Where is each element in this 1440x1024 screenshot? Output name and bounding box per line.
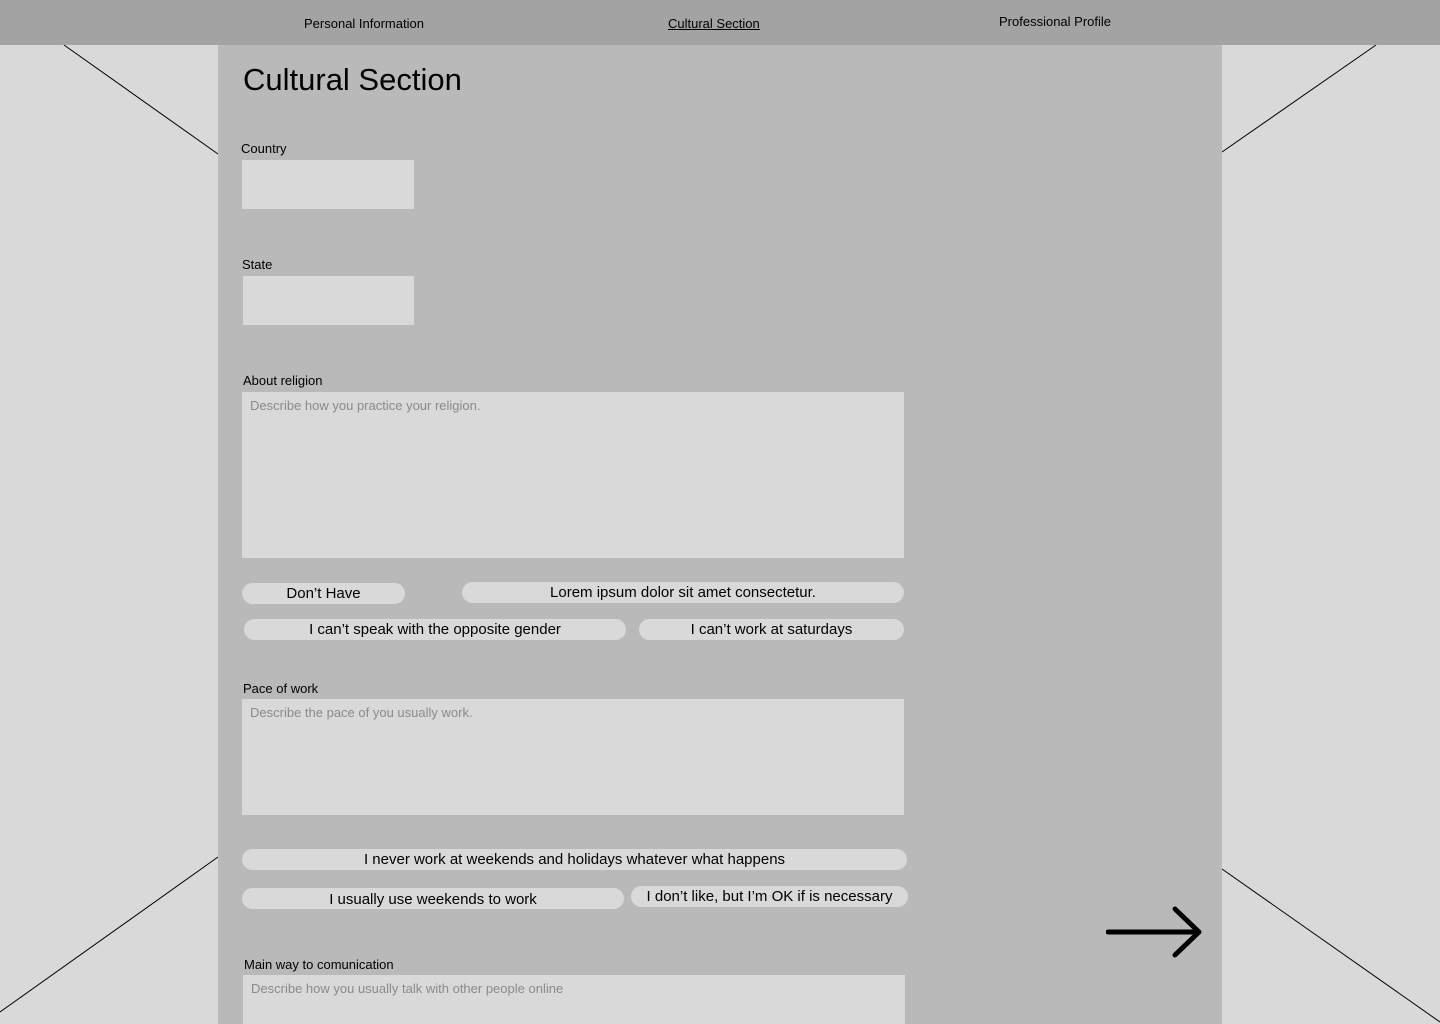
country-input[interactable] bbox=[242, 160, 414, 209]
communication-label: Main way to comunication bbox=[244, 957, 394, 972]
religion-chip-dont-have[interactable]: Don’t Have bbox=[242, 583, 405, 604]
religion-chip-opposite-gender[interactable]: I can’t speak with the opposite gender bbox=[244, 619, 626, 640]
pace-chip-ok-if-necessary[interactable]: I don’t like, but I’m OK if is necessary bbox=[631, 886, 908, 907]
arrow-right-icon bbox=[1105, 906, 1202, 958]
religion-chip-lorem[interactable]: Lorem ipsum dolor sit amet consectetur. bbox=[462, 582, 904, 603]
state-label: State bbox=[242, 257, 273, 272]
religion-placeholder: Describe how you practice your religion. bbox=[250, 398, 481, 413]
pace-chip-use-weekends[interactable]: I usually use weekends to work bbox=[242, 888, 624, 909]
page-title: Cultural Section bbox=[243, 62, 462, 97]
top-navigation-bar: Personal Information Cultural Section Pr… bbox=[0, 0, 1440, 45]
state-input[interactable] bbox=[243, 276, 414, 325]
nav-personal-information[interactable]: Personal Information bbox=[304, 16, 424, 31]
communication-placeholder: Describe how you usually talk with other… bbox=[251, 981, 564, 996]
nav-cultural-section[interactable]: Cultural Section bbox=[668, 16, 760, 31]
next-button[interactable] bbox=[1105, 905, 1204, 961]
pace-placeholder: Describe the pace of you usually work. bbox=[250, 705, 473, 720]
religion-textarea[interactable]: Describe how you practice your religion. bbox=[242, 392, 904, 558]
religion-chip-saturdays[interactable]: I can’t work at saturdays bbox=[639, 619, 904, 640]
nav-professional-profile[interactable]: Professional Profile bbox=[999, 14, 1111, 29]
pace-chip-never-weekends[interactable]: I never work at weekends and holidays wh… bbox=[242, 849, 907, 870]
pace-label: Pace of work bbox=[243, 681, 319, 696]
pace-textarea[interactable]: Describe the pace of you usually work. bbox=[242, 699, 904, 815]
country-label: Country bbox=[241, 141, 287, 156]
communication-textarea[interactable]: Describe how you usually talk with other… bbox=[243, 975, 905, 1024]
religion-label: About religion bbox=[243, 373, 323, 388]
